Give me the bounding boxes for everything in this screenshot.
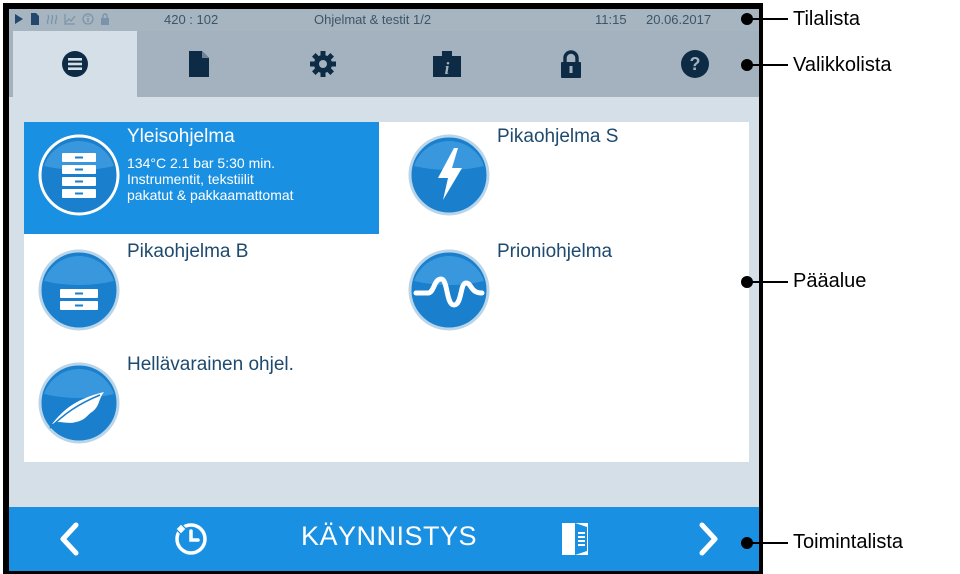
graph-icon <box>64 14 76 25</box>
callout-status-bar: Tilalista <box>793 8 861 30</box>
prion-wave-icon <box>408 249 490 331</box>
program-name: Yleisohjelma <box>127 126 235 147</box>
callout-action-bar: Toimintalista <box>793 531 904 553</box>
gear-icon <box>310 51 336 77</box>
status-time: 11:15 <box>595 12 627 27</box>
settings-tab[interactable] <box>261 31 385 97</box>
back-arrow-icon <box>60 522 79 556</box>
program-parameters: 134°C 2.1 bar 5:30 min. <box>127 155 276 171</box>
documents-tab[interactable] <box>137 31 261 97</box>
status-bar: 420 : 102 Ohjelmat & testit 1/2 11:15 20… <box>9 9 759 31</box>
program-load-line-1: Instrumentit, tekstiilit <box>127 171 254 187</box>
program-load-line-2: pakatut & pakkaamattomat <box>127 187 294 203</box>
play-icon <box>15 14 23 24</box>
callout-menu-bar: Valikkolista <box>793 54 892 76</box>
program-pikaohjelma-b[interactable]: Pikaohjelma B <box>24 237 379 349</box>
callout-line-status <box>750 18 788 20</box>
program-name: Hellävarainen ohjel. <box>127 354 294 375</box>
program-name: Prioniohjelma <box>497 241 613 262</box>
forward-arrow-icon <box>699 522 718 556</box>
lock-icon <box>561 50 581 78</box>
device-frame: 420 : 102 Ohjelmat & testit 1/2 11:15 20… <box>3 3 763 574</box>
door-button[interactable] <box>553 507 597 571</box>
info-tab[interactable]: i <box>385 31 509 97</box>
single-tray-icon <box>38 249 120 331</box>
program-yleisohjelma[interactable]: Yleisohjelma 134°C 2.1 bar 5:30 min. Ins… <box>24 122 379 234</box>
callout-line-menu <box>750 64 788 66</box>
program-prioniohjelma[interactable]: Prioniohjelma <box>394 237 749 349</box>
callout-line-action <box>750 542 788 544</box>
question-icon: ? <box>681 50 709 78</box>
document-icon <box>189 51 209 77</box>
timer-icon <box>175 523 207 555</box>
steam-icon <box>46 14 58 25</box>
program-name: Pikaohjelma B <box>127 241 249 262</box>
feather-icon <box>38 362 120 444</box>
lightning-icon <box>408 134 490 216</box>
forward-button[interactable] <box>689 507 729 571</box>
help-tab[interactable]: ? <box>633 31 757 97</box>
timer-button[interactable] <box>169 507 213 571</box>
program-list: Yleisohjelma 134°C 2.1 bar 5:30 min. Ins… <box>24 122 749 462</box>
back-button[interactable] <box>49 507 89 571</box>
program-details: 134°C 2.1 bar 5:30 min. Instrumentit, te… <box>127 155 294 203</box>
info-icon: i <box>433 51 461 78</box>
cycle-counter: 420 : 102 <box>164 12 219 27</box>
svg-text:i: i <box>445 59 450 78</box>
svg-text:?: ? <box>690 54 701 74</box>
callout-main-area: Pääalue <box>793 270 867 292</box>
start-button[interactable]: KÄYNNISTYS <box>289 521 489 552</box>
lock-icon <box>101 13 109 25</box>
callout-line-main <box>750 281 788 283</box>
stacked-trays-icon <box>38 134 120 216</box>
menu-bar: i ? <box>9 31 759 97</box>
action-bar: KÄYNNISTYS <box>9 507 759 571</box>
touch-screen: 420 : 102 Ohjelmat & testit 1/2 11:15 20… <box>9 9 759 571</box>
programs-tab[interactable] <box>13 31 137 97</box>
document-icon <box>31 13 39 25</box>
screen-title: Ohjelmat & testit 1/2 <box>314 12 432 27</box>
list-icon <box>62 51 88 77</box>
door-icon <box>562 523 588 555</box>
info-icon <box>82 13 94 25</box>
program-hellavarainen[interactable]: Hellävarainen ohjel. <box>24 350 379 462</box>
program-name: Pikaohjelma S <box>497 126 619 147</box>
status-date: 20.06.2017 <box>646 12 712 27</box>
program-pikaohjelma-s[interactable]: Pikaohjelma S <box>394 122 749 234</box>
lock-tab[interactable] <box>509 31 633 97</box>
